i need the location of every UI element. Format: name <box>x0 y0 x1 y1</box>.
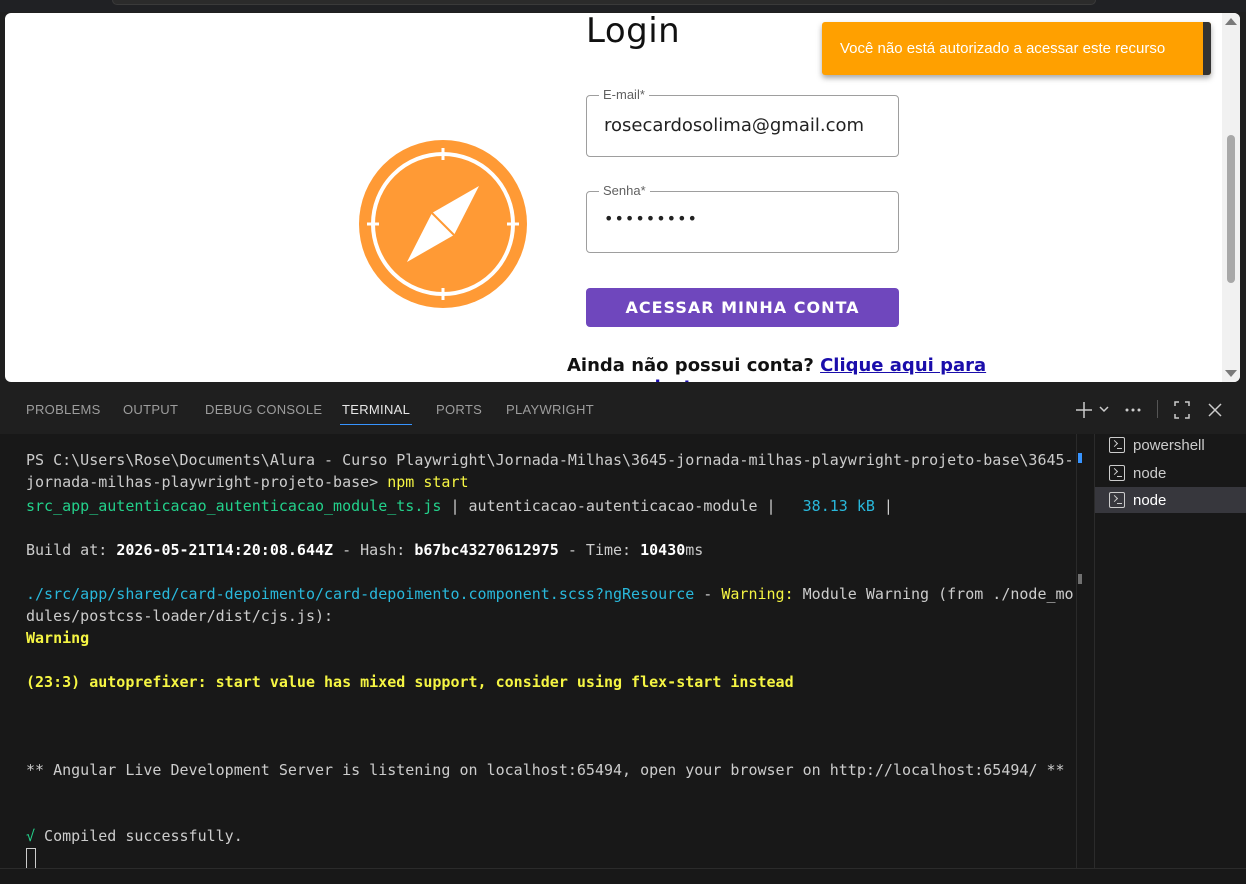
chunk-sep-3: | <box>874 497 893 515</box>
signup-prompt-text: Ainda não possui conta? <box>567 355 814 376</box>
browser-preview: Login E-mail* rosecardosolima@gmail.com … <box>5 13 1240 382</box>
terminal-session-list: powershell node node <box>1094 434 1246 868</box>
build-time: 2026-05-21T14:20:08.644Z <box>116 541 334 559</box>
warning-line-1: ./src/app/shared/card-depoimento/card-de… <box>26 583 1074 605</box>
signup-link-continued[interactable]: cadastrar <box>625 377 722 382</box>
session-powershell[interactable]: powershell <box>1095 432 1246 458</box>
server-message: ** Angular Live Development Server is li… <box>26 761 1065 779</box>
terminal-cursor <box>26 848 36 869</box>
tab-ports[interactable]: PORTS <box>436 402 482 417</box>
warning-word: Warning <box>26 629 90 647</box>
email-value[interactable]: rosecardosolima@gmail.com <box>604 115 864 136</box>
login-title: Login <box>586 13 681 51</box>
preview-scrollbar[interactable] <box>1222 13 1240 382</box>
warning-line-2: dules/postcss-loader/dist/cjs.js): <box>26 607 334 625</box>
password-label: Senha* <box>599 183 650 198</box>
compiled-text: Compiled successfully. <box>35 827 243 845</box>
tab-terminal[interactable]: TERMINAL <box>339 402 413 425</box>
scroll-marker <box>1078 574 1082 584</box>
preview-scroll-thumb[interactable] <box>1227 135 1235 283</box>
session-label: powershell <box>1133 436 1205 454</box>
tab-playwright[interactable]: PLAYWRIGHT <box>506 402 594 417</box>
terminal-output[interactable]: PS C:\Users\Rose\Documents\Alura - Curso… <box>0 434 1094 869</box>
signup-prompt: Ainda não possui conta? Clique aqui para <box>567 355 986 376</box>
more-icon[interactable] <box>1124 398 1142 420</box>
warning-text-1: Module Warning (from ./node_mo <box>793 585 1074 603</box>
chunk-name: autenticacao-autenticacao-module <box>468 497 758 515</box>
session-label: node <box>1133 464 1167 482</box>
build-duration: 10430 <box>640 541 686 559</box>
check-icon: √ <box>26 827 36 845</box>
chevron-down-icon[interactable] <box>1097 398 1111 420</box>
prompt-line-1: PS C:\Users\Rose\Documents\Alura - Curso… <box>26 451 1074 469</box>
autoprefixer-warning: (23:3) autoprefixer: start value has mix… <box>26 673 794 691</box>
prompt-path: jornada-milhas-playwright-projeto-base> <box>26 473 388 491</box>
chunk-file: src_app_autenticacao_autenticacao_module… <box>26 497 442 515</box>
terminal-icon <box>1109 492 1125 508</box>
password-field[interactable]: Senha* ••••••••• <box>586 183 899 253</box>
chunk-size: 38.13 kB <box>784 497 875 515</box>
hash-prefix: - Hash: <box>333 541 415 559</box>
session-node-1[interactable]: node <box>1095 460 1246 486</box>
password-value[interactable]: ••••••••• <box>604 209 698 228</box>
close-icon[interactable] <box>1207 398 1223 420</box>
panel-tab-bar: PROBLEMS OUTPUT DEBUG CONSOLE TERMINAL P… <box>0 384 1246 434</box>
terminal-cursor-line <box>26 847 36 869</box>
plus-icon[interactable] <box>1074 398 1094 420</box>
login-submit-button[interactable]: ACESSAR MINHA CONTA <box>586 288 899 327</box>
session-label: node <box>1133 491 1167 509</box>
tab-debug-console[interactable]: DEBUG CONSOLE <box>205 402 322 417</box>
time-prefix: - Time: <box>558 541 641 559</box>
prompt-line-2: jornada-milhas-playwright-projeto-base> … <box>26 471 469 493</box>
scroll-down-icon[interactable] <box>1225 370 1237 377</box>
tab-output[interactable]: OUTPUT <box>123 402 178 417</box>
build-hash: b67bc43270612975 <box>414 541 559 559</box>
toast-close-edge <box>1203 22 1211 75</box>
address-bar-edge <box>112 0 1096 5</box>
signup-link[interactable]: Clique aqui para <box>820 355 986 376</box>
actions-divider <box>1157 400 1158 418</box>
chunk-sep-1: | <box>441 497 469 515</box>
warning-dash: - <box>694 585 722 603</box>
build-duration-unit: ms <box>685 541 704 559</box>
scroll-marker-current <box>1078 453 1082 463</box>
warning-path: ./src/app/shared/card-depoimento/card-de… <box>26 585 695 603</box>
email-label: E-mail* <box>599 87 649 102</box>
toast-message: Você não está autorizado a acessar este … <box>840 40 1166 57</box>
maximize-icon[interactable] <box>1173 398 1191 420</box>
chunk-line: src_app_autenticacao_autenticacao_module… <box>26 495 893 517</box>
build-line: Build at: 2026-05-21T14:20:08.644Z - Has… <box>26 539 703 561</box>
browser-top-strip <box>0 0 1246 12</box>
tab-problems[interactable]: PROBLEMS <box>26 402 101 417</box>
status-bar <box>0 868 1246 884</box>
prompt-command: npm start <box>387 473 469 491</box>
terminal-icon <box>1109 437 1125 453</box>
warning-label: Warning: <box>721 585 794 603</box>
build-prefix: Build at: <box>26 541 117 559</box>
terminal-scrollbar[interactable] <box>1076 434 1083 868</box>
chunk-sep-2: | <box>757 497 785 515</box>
session-node-2[interactable]: node <box>1095 487 1246 513</box>
scroll-up-icon[interactable] <box>1225 18 1237 25</box>
compiled-line: √ Compiled successfully. <box>26 825 243 847</box>
compass-logo-icon <box>359 140 527 308</box>
error-toast[interactable]: Você não está autorizado a acessar este … <box>822 22 1211 75</box>
terminal-icon <box>1109 465 1125 481</box>
email-field[interactable]: E-mail* rosecardosolima@gmail.com <box>586 87 899 157</box>
